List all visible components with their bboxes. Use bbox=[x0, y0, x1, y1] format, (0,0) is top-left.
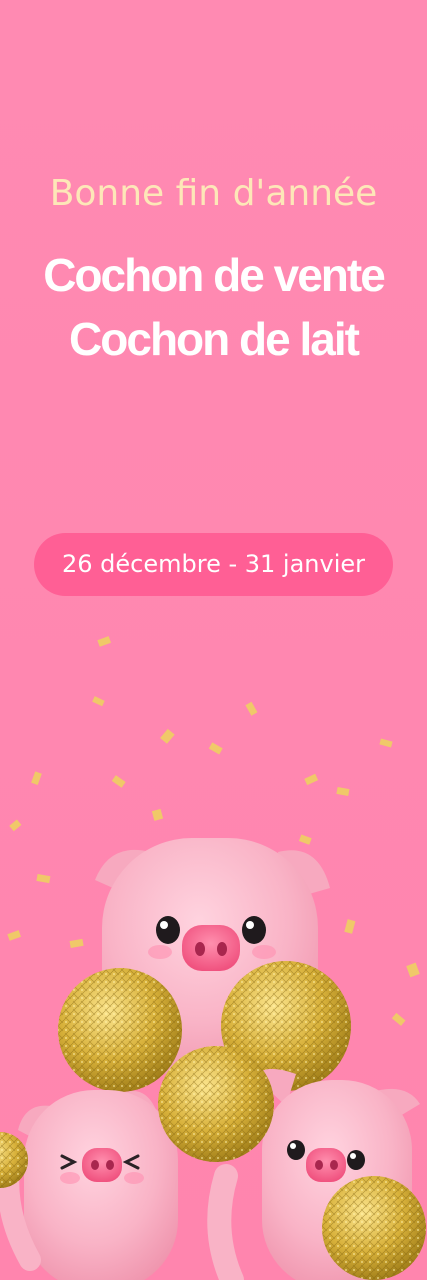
pompom-left bbox=[58, 968, 182, 1092]
pompom-center bbox=[158, 1046, 274, 1162]
greeting-subtitle: Bonne fin d'année bbox=[49, 173, 378, 214]
date-range-pill: 26 décembre - 31 janvier bbox=[34, 533, 393, 596]
headline-line-1: Cochon de vente bbox=[43, 249, 386, 301]
piglets-illustration bbox=[0, 636, 426, 1280]
pompom-bottom-right bbox=[322, 1176, 426, 1280]
pompom-bottom-left bbox=[0, 1132, 28, 1188]
pig-small-left bbox=[0, 1090, 178, 1280]
promo-banner: Bonne fin d'année Cochon de vente Cochon… bbox=[0, 0, 427, 1280]
headline-line-2: Cochon de lait bbox=[69, 313, 360, 365]
